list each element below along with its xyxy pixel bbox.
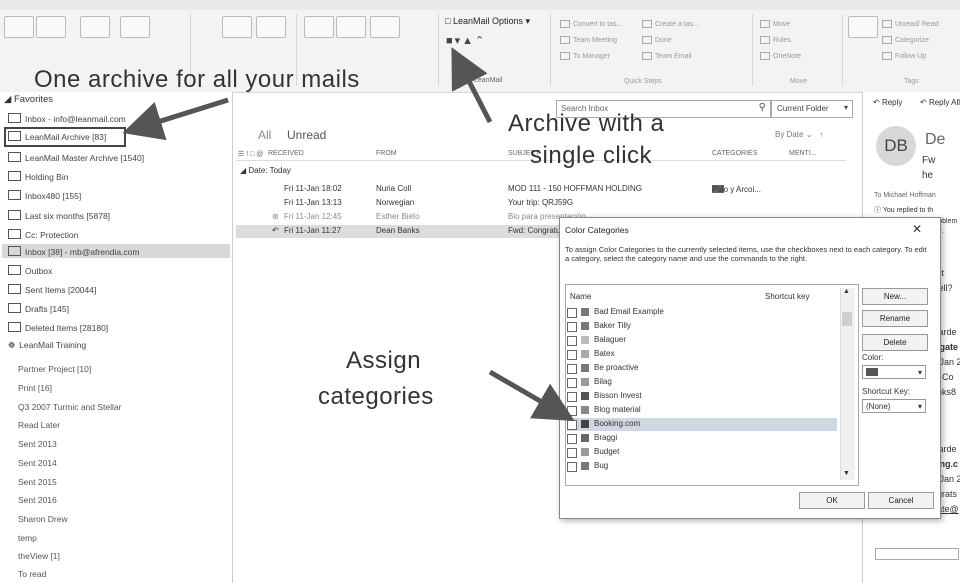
arrow-to-archive [122,97,229,141]
arrow-overlay [122,47,575,422]
arrow-to-categories [488,369,575,422]
arrow-to-archive-button [451,47,493,124]
